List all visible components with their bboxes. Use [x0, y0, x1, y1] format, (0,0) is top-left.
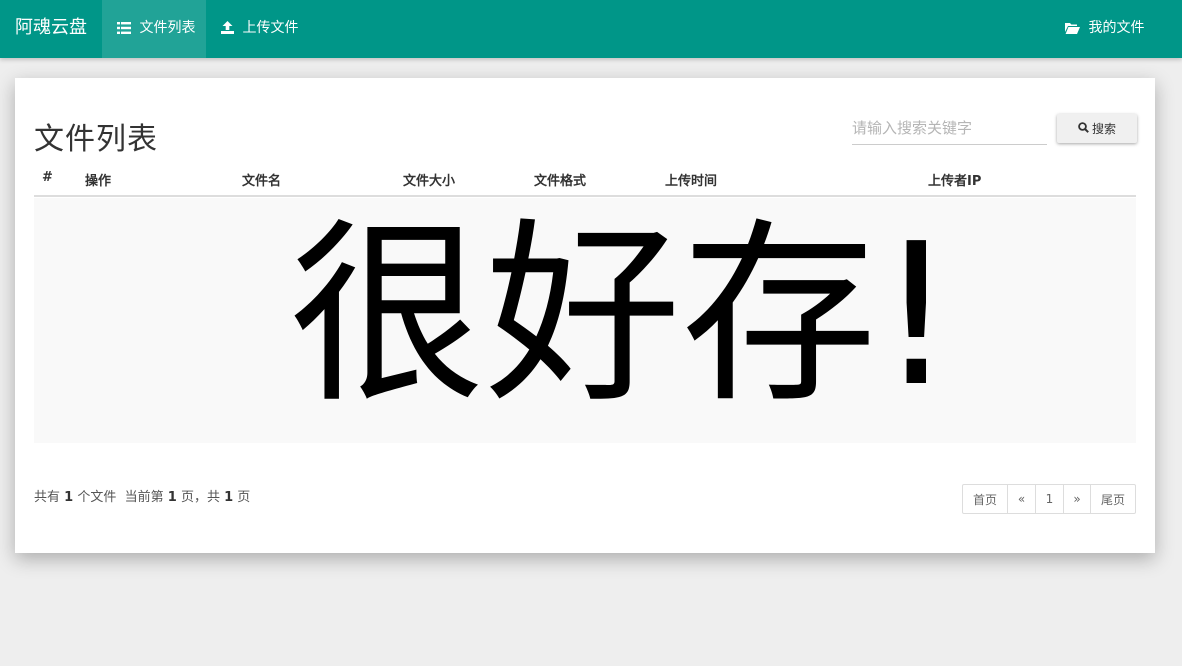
pagination: 首页 « 1 » 尾页: [962, 484, 1136, 514]
search-button-label: 搜索: [1091, 122, 1116, 136]
folder-open-icon: [1065, 20, 1088, 36]
brand-logo[interactable]: 阿魂云盘: [15, 0, 87, 58]
file-list-panel: 文件列表 搜索 # 操作 文件名 文件大小 文件格式 上传时间 上传者IP 很好…: [15, 78, 1155, 553]
summary-text-1: 个文件 当前第: [77, 490, 164, 505]
file-summary: 共有 1 个文件 当前第 1 页，共 1 页: [34, 486, 250, 505]
list-icon: [117, 20, 139, 36]
column-header-filesize: 文件大小: [403, 174, 456, 189]
top-navbar: 阿魂云盘 文件列表 上传文件 我的文件: [0, 0, 1182, 58]
column-header-actions: 操作: [85, 174, 112, 189]
page-title: 文件列表: [34, 122, 158, 157]
page-last-button[interactable]: 尾页: [1090, 484, 1136, 514]
table-body: 很好存!: [34, 198, 1136, 443]
column-header-uploader-ip: 上传者IP: [928, 174, 982, 189]
page-prev-button[interactable]: «: [1007, 484, 1036, 514]
page-1-button[interactable]: 1: [1035, 484, 1064, 514]
page-next-button[interactable]: »: [1063, 484, 1091, 514]
empty-message: 很好存!: [289, 202, 956, 430]
nav-upload-file-label: 上传文件: [242, 20, 299, 36]
column-header-index: #: [42, 170, 53, 185]
column-header-filename: 文件名: [242, 174, 282, 189]
search-input[interactable]: [852, 112, 1047, 145]
summary-prefix: 共有: [34, 490, 61, 505]
upload-icon: [221, 20, 242, 36]
page-first-button[interactable]: 首页: [962, 484, 1008, 514]
summary-suffix: 页: [237, 490, 251, 505]
total-pages: 1: [224, 490, 234, 505]
search-icon: [1078, 121, 1089, 136]
table-header: # 操作 文件名 文件大小 文件格式 上传时间 上传者IP: [34, 162, 1136, 197]
file-count: 1: [64, 490, 74, 505]
nav-my-files[interactable]: 我的文件: [1050, 0, 1159, 58]
nav-upload-file[interactable]: 上传文件: [206, 0, 313, 58]
column-header-upload-time: 上传时间: [665, 174, 718, 189]
current-page: 1: [167, 490, 177, 505]
nav-file-list[interactable]: 文件列表: [102, 0, 206, 58]
column-header-format: 文件格式: [534, 174, 587, 189]
summary-text-2: 页，共: [180, 490, 220, 505]
search-button[interactable]: 搜索: [1057, 114, 1137, 143]
nav-file-list-label: 文件列表: [139, 20, 196, 36]
nav-my-files-label: 我的文件: [1088, 20, 1145, 36]
